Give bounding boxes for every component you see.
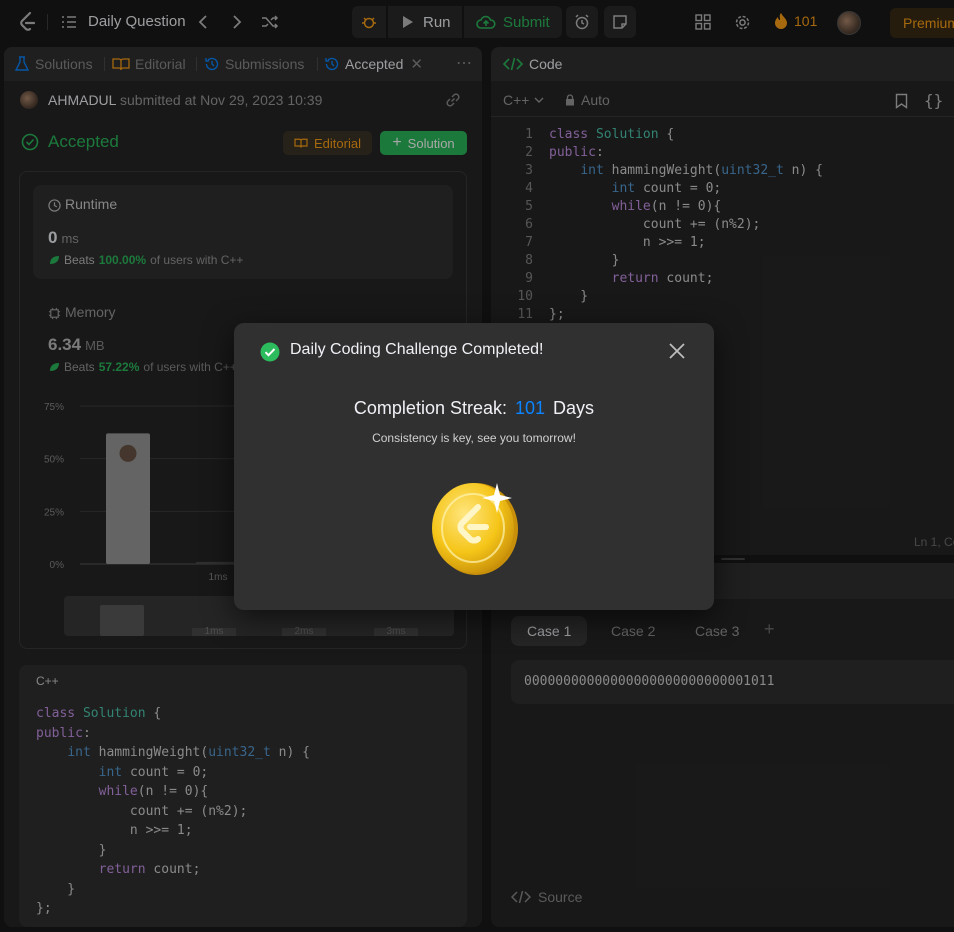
close-icon[interactable] [668, 342, 686, 363]
streak-unit: Days [553, 398, 595, 418]
success-check-icon [260, 342, 280, 365]
modal-subtitle: Consistency is key, see you tomorrow! [372, 431, 576, 445]
modal-title: Daily Coding Challenge Completed! [290, 341, 544, 358]
gold-coin-icon [430, 479, 520, 582]
streak-label: Completion Streak: [353, 398, 507, 418]
streak-value: 101 [515, 398, 546, 418]
daily-challenge-modal: Daily Coding Challenge Completed! Comple… [234, 323, 714, 610]
streak-line: Completion Streak: 101 Days [234, 398, 714, 419]
